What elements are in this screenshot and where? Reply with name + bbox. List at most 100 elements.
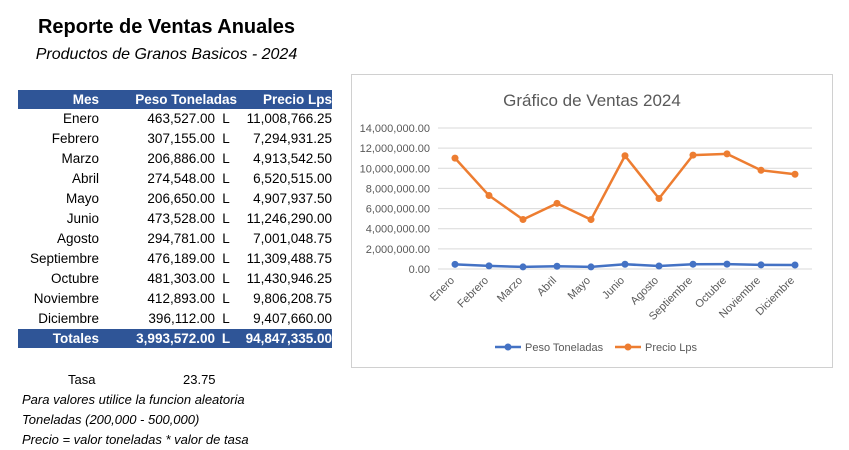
header-mes: Mes [18,90,99,109]
cell-mes: Marzo [61,151,99,166]
y-tick-label: 8,000,000.00 [366,183,430,195]
legend-marker [504,343,512,351]
table-row: Agosto 294,781.00 L 7,001,048.75 [18,229,332,249]
table-body: Enero 463,527.00 L 11,008,766.25 Febrero 307,… [18,109,332,329]
data-point [553,262,561,270]
note-line-2: Toneladas (200,000 - 500,000) [22,412,200,427]
data-point [655,262,663,270]
data-point [757,166,765,174]
header-peso: Peso Toneladas [99,90,237,109]
legend-label: Precio Lps [645,342,697,354]
cell-currency: L [222,211,230,226]
y-tick-label: 2,000,000.00 [366,244,430,256]
cell-peso: 307,155.00 [147,131,215,146]
table-row: Diciembre 396,112.00 L 9,407,660.00 [18,309,332,329]
header-precio: Precio Lps [237,90,332,109]
cell-peso: 463,527.00 [147,111,215,126]
x-tick-label: Mayo [566,275,594,303]
line-chart: 0.00 2,000,000.00 4,000,000.00 6,000,000.00… [360,123,812,354]
cell-mes: Junio [66,211,99,226]
legend-marker [624,343,632,351]
cell-currency: L [222,311,230,326]
y-tick-label: 0.00 [409,264,430,276]
data-point [723,150,731,158]
cell-precio: 4,907,937.50 [253,191,332,206]
cell-precio: 7,294,931.25 [253,131,332,146]
data-point [519,216,527,224]
data-point [587,263,595,271]
y-tick-label: 12,000,000.00 [360,143,430,155]
totals-precio: 94,847,335.00 [237,329,332,348]
y-tick-label: 4,000,000.00 [366,224,430,236]
note-line-1: Para valores utilice la funcion aleatori… [22,392,245,407]
cell-precio: 9,806,208.75 [253,291,332,306]
cell-currency: L [222,231,230,246]
y-tick-label: 14,000,000.00 [360,123,430,135]
totals-row: Totales 3,993,572.00 L 94,847,335.00 [18,329,332,348]
cell-precio: 11,430,946.25 [246,271,332,286]
cell-mes: Febrero [51,131,99,146]
data-point [587,216,595,224]
sales-table: Mes Peso Toneladas Precio Lps Enero 463,5… [18,90,332,348]
x-tick-label: Enero [428,275,457,304]
data-point [757,261,765,269]
cell-mes: Mayo [65,191,99,206]
cell-peso: 481,303.00 [147,271,215,286]
tasa-label: Tasa [68,372,96,387]
data-point [451,154,459,162]
data-point [621,152,629,160]
cell-precio: 11,246,290.00 [246,211,332,226]
cell-mes: Septiembre [29,251,99,266]
table-row: Febrero 307,155.00 L 7,294,931.25 [18,129,332,149]
data-point [689,260,697,268]
cell-precio: 4,913,542.50 [253,151,332,166]
cell-peso: 396,112.00 [148,311,215,326]
cell-peso: 476,189.00 [147,251,215,266]
table-row: Enero 463,527.00 L 11,008,766.25 [18,109,332,129]
tasa-value: 23.75 [183,372,216,387]
data-point [553,199,561,207]
cell-currency: L [222,271,230,286]
cell-precio: 7,001,048.75 [253,231,332,246]
cell-mes: Noviembre [33,291,99,306]
table-row: Marzo 206,886.00 L 4,913,542.50 [18,149,332,169]
y-tick-label: 10,000,000.00 [360,163,430,175]
data-point [485,262,493,270]
cell-currency: L [222,251,230,266]
cell-currency: L [222,291,230,306]
table-row: Junio 473,528.00 L 11,246,290.00 [18,209,332,229]
cell-peso: 274,548.00 [147,171,215,186]
data-point [791,261,799,269]
x-tick-label: Junio [600,275,627,302]
series-line [454,152,796,221]
table-row: Mayo 206,650.00 L 4,907,937.50 [18,189,332,209]
cell-peso: 206,650.00 [147,191,215,206]
data-point [723,260,731,268]
table-row: Septiembre 476,189.00 L 11,309,488.75 [18,249,332,269]
cell-precio: 9,407,660.00 [253,311,332,326]
totals-label: Totales [18,329,99,348]
data-point [621,260,629,268]
data-point [451,260,459,268]
table-row: Noviembre 412,893.00 L 9,806,208.75 [18,289,332,309]
cell-currency: L [222,191,230,206]
x-tick-label: Marzo [495,275,525,305]
cell-peso: 412,893.00 [147,291,215,306]
data-point [485,192,493,200]
cell-mes: Diciembre [38,311,99,326]
chart-container[interactable]: Gráfico de Ventas 2024 0.00 2,000,000.00 4… [351,74,833,368]
report-subtitle: Productos de Granos Basicos - 2024 [35,46,298,63]
cell-peso: 473,528.00 [147,211,215,226]
cell-mes: Enero [62,111,99,126]
x-tick-label: Agosto [628,275,661,308]
cell-peso: 294,781.00 [147,231,215,246]
cell-mes: Abril [71,171,99,186]
cell-precio: 11,309,488.75 [246,251,332,266]
cell-mes: Octubre [50,271,99,286]
totals-currency: L [215,329,237,348]
report-title: Reporte de Ventas Anuales [37,16,296,38]
data-point [655,194,663,202]
legend-label: Peso Toneladas [525,342,604,354]
note-line-3: Precio = valor toneladas * valor de tasa [22,432,249,447]
cell-currency: L [222,171,230,186]
